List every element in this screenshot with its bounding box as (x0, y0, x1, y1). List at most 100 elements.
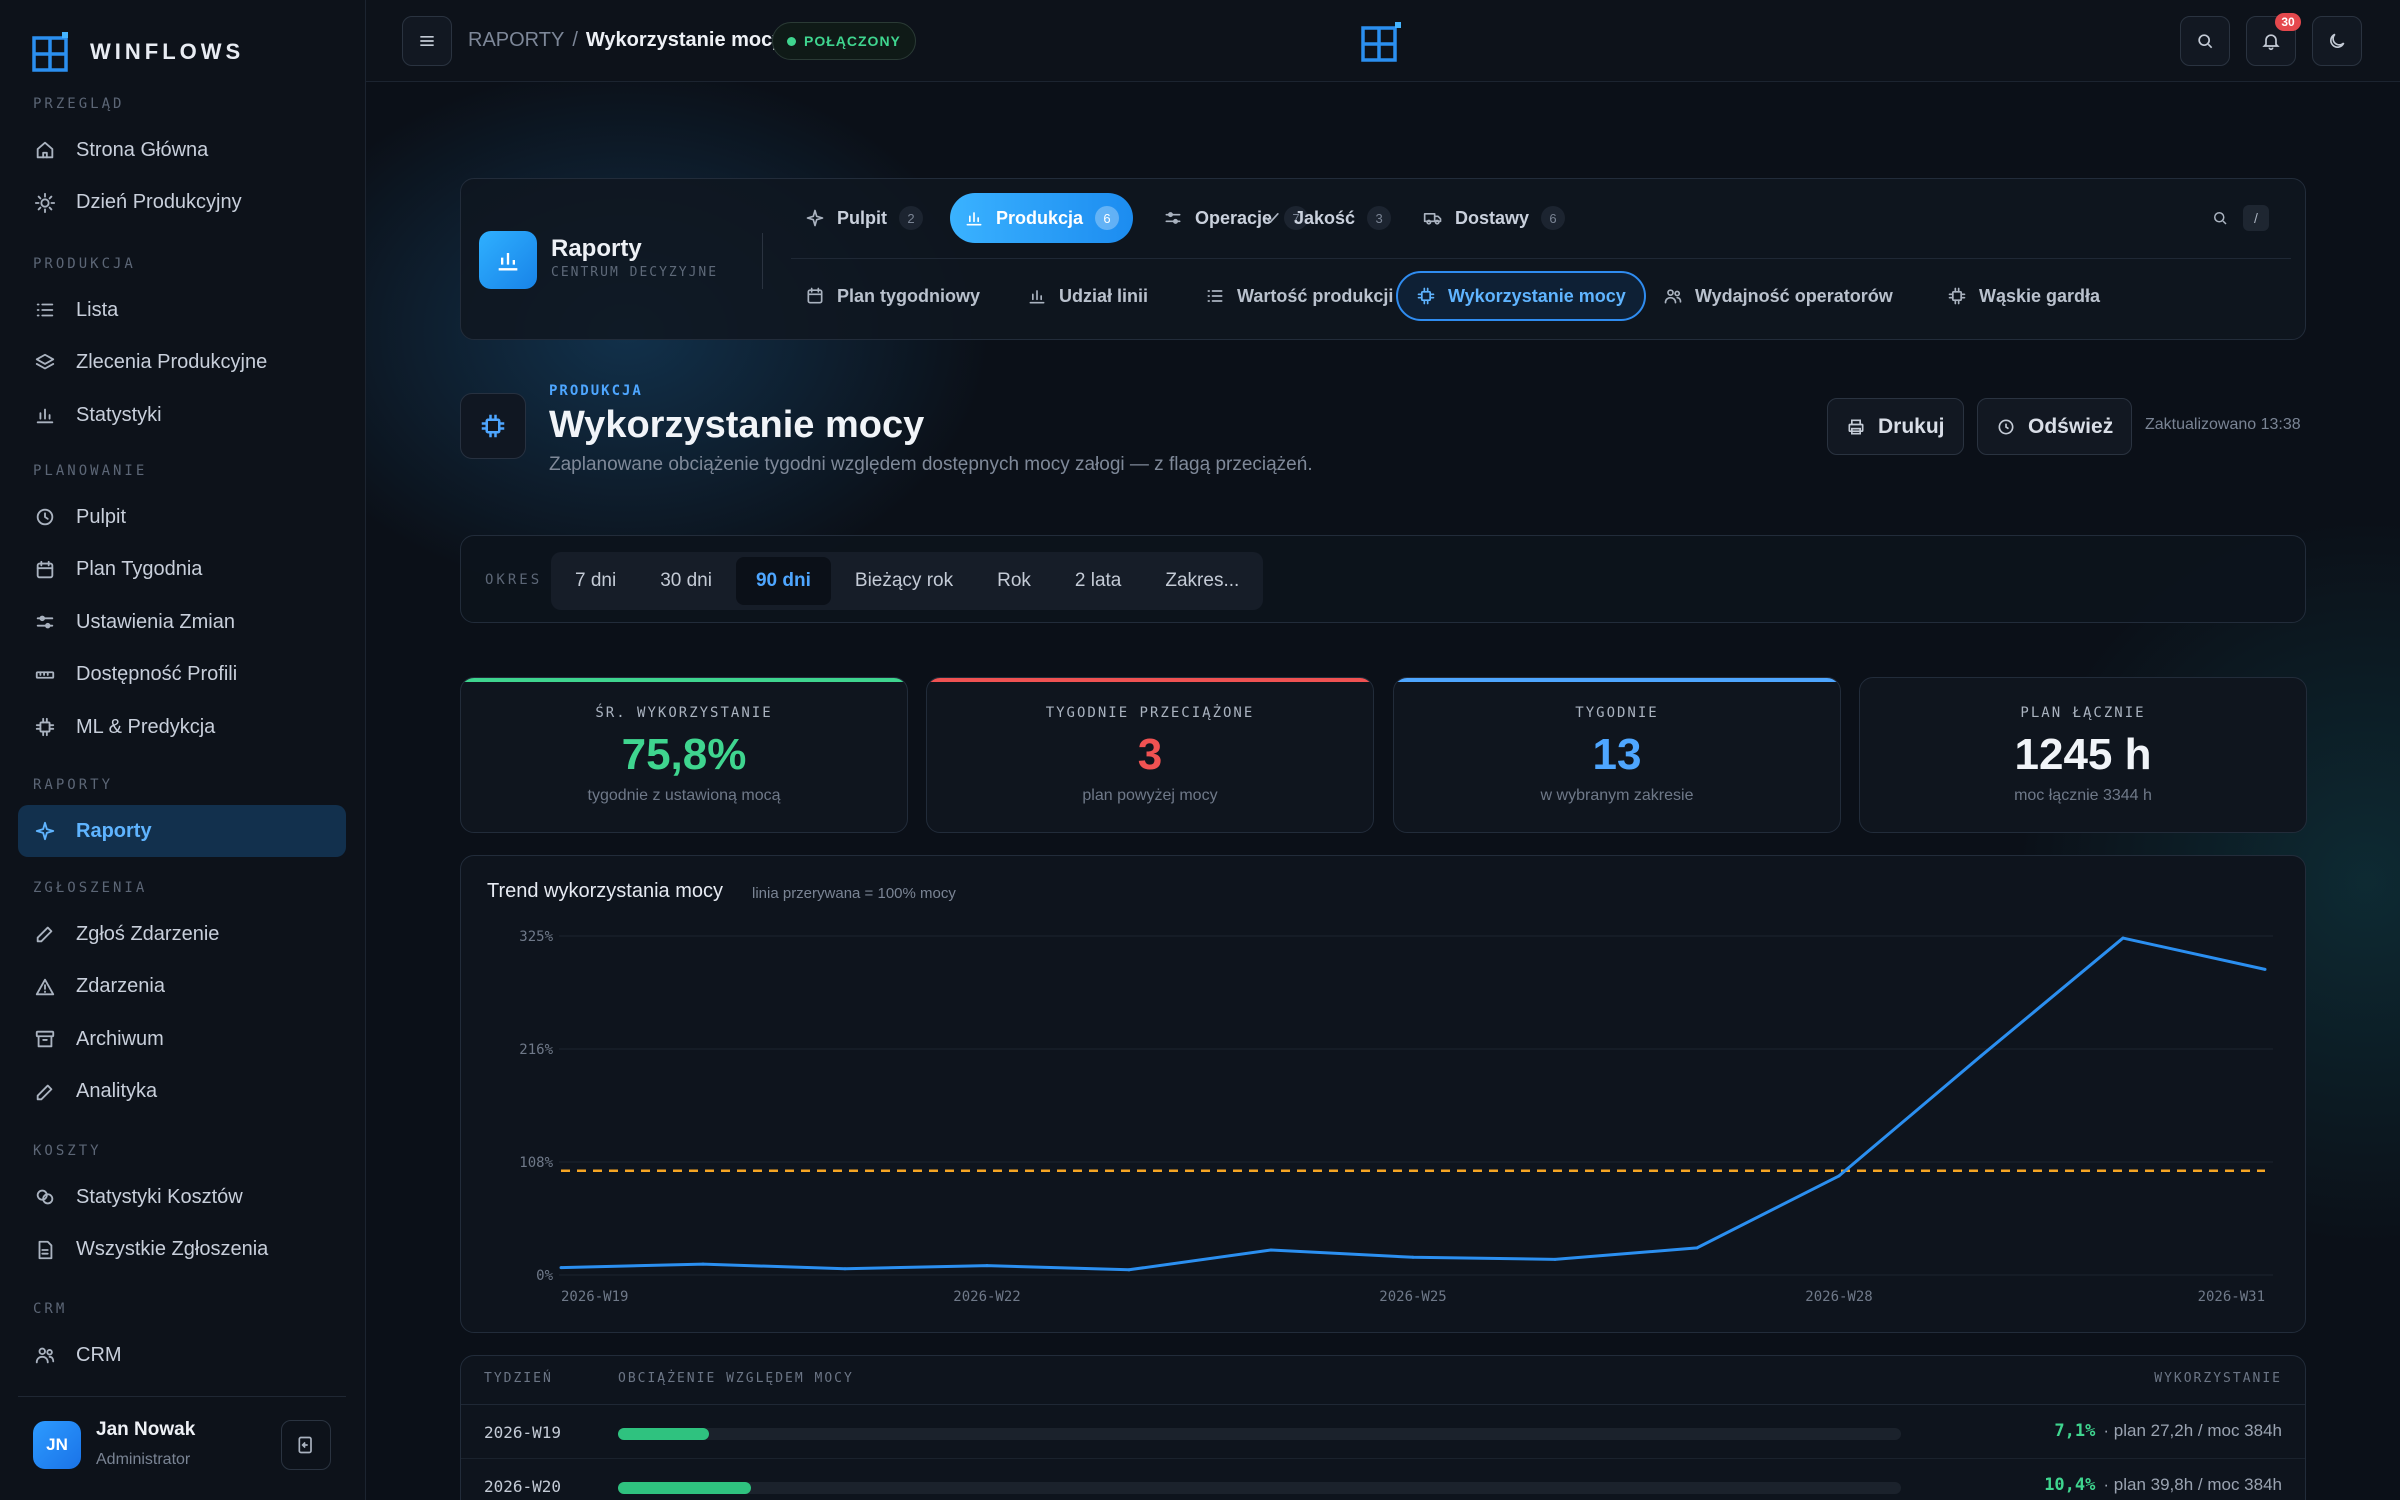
nav-section-title: PRODUKCJA (33, 256, 136, 272)
sidebar-item-plan-tygodnia[interactable]: Plan Tygodnia (18, 544, 346, 596)
menu-button[interactable] (402, 16, 452, 66)
bar-chart-icon (966, 212, 982, 226)
tab-dostawy[interactable]: Dostawy 6 (1409, 193, 1579, 243)
y-tick-label: 325% (519, 929, 553, 945)
period-selector-card: OKRES 7 dni 30 dni 90 dni Bieżący rok Rok 2 l… (460, 535, 2306, 623)
table-row[interactable]: 2026-W20 10,4% · plan 39,8h / moc 384h (461, 1459, 2305, 1500)
calendar-icon (36, 560, 54, 578)
trend-chart: 0% 108% 216% 325% 2026-W19 2026-W22 2026-W25 20… (519, 929, 2273, 1305)
sidebar-item-label: Archiwum (76, 1027, 164, 1050)
connection-status-text: POŁĄCZONY (804, 33, 901, 49)
sidebar-item-label: CRM (76, 1343, 122, 1366)
subtab-label: Wydajność operatorów (1695, 285, 1893, 306)
tab-produkcja[interactable]: Produkcja 6 (950, 193, 1134, 243)
sidebar-item-crm[interactable]: CRM (18, 1329, 346, 1381)
subtab-1[interactable]: Udział linii (1009, 271, 1166, 321)
search-button[interactable] (2180, 16, 2230, 66)
sidebar-item-dzień-produkcyjny[interactable]: Dzień Produkcyjny (18, 177, 346, 229)
sidebar-item-strona-główna[interactable]: Strona Główna (18, 124, 346, 176)
pen-icon (36, 1084, 53, 1100)
sidebar-item-ml-predykcja[interactable]: ML & Predykcja (18, 701, 346, 753)
logout-button[interactable] (281, 1420, 331, 1470)
subtab-label: Wykorzystanie mocy (1448, 285, 1626, 306)
user-panel: JN Jan Nowak Administrator (18, 1396, 346, 1500)
bell-icon (2262, 34, 2280, 51)
user-name: Jan Nowak (96, 1419, 196, 1440)
breadcrumb-parent[interactable]: RAPORTY (468, 29, 564, 52)
period-option[interactable]: Zakres... (1145, 557, 1259, 605)
page-description: Zaplanowane obciążenie tygodni względem … (549, 454, 1313, 475)
data-point (843, 1267, 847, 1271)
period-option[interactable]: 90 dni (735, 557, 831, 605)
utilization-percent: 7,1% (2054, 1421, 2096, 1441)
notifications-button[interactable]: 30 (2246, 13, 2301, 66)
utilization-cell: 7,1% · plan 27,2h / moc 384h (2054, 1421, 2282, 1441)
x-tick-label: 2026-W28 (1805, 1289, 1872, 1305)
user-role: Administrator (96, 1451, 191, 1468)
chip-icon (1948, 287, 1966, 305)
theme-toggle-button[interactable] (2312, 16, 2362, 66)
report-search[interactable]: / (2211, 205, 2269, 231)
data-point (559, 1266, 563, 1270)
users-icon (1664, 289, 1682, 304)
subtab-4[interactable]: Wydajność operatorów (1645, 271, 1911, 321)
divider (762, 233, 763, 289)
ruler-icon (35, 670, 55, 679)
notification-count-badge: 30 (2275, 13, 2301, 31)
period-option[interactable]: 7 dni (555, 557, 636, 605)
sidebar-item-dostępność-profili[interactable]: Dostępność Profili (18, 649, 346, 701)
page-chip-icon (460, 393, 526, 459)
sidebar-item-zlecenia-produkcyjne[interactable]: Zlecenia Produkcyjne (18, 337, 346, 389)
data-point (2263, 967, 2267, 971)
subtab-0[interactable]: Plan tygodniowy (787, 271, 998, 321)
tab-label: Pulpit (837, 207, 887, 228)
page-eyebrow: PRODUKCJA (549, 383, 643, 399)
period-option[interactable]: 30 dni (640, 557, 732, 605)
sidebar-item-label: Raporty (76, 819, 152, 842)
sidebar-item-analityka[interactable]: Analityka (18, 1066, 346, 1118)
sidebar-item-pulpit[interactable]: Pulpit (18, 491, 346, 543)
chip-icon (1417, 287, 1435, 305)
data-point (1553, 1257, 1557, 1261)
utilization-cell: 10,4% · plan 39,8h / moc 384h (2044, 1475, 2282, 1495)
sidebar-item-zgłoś-zdarzenie[interactable]: Zgłoś Zdarzenie (18, 908, 346, 960)
period-option[interactable]: 2 lata (1055, 557, 1141, 605)
reports-icon (479, 231, 537, 289)
nav-section-title: RAPORTY (33, 777, 114, 793)
subtab-2[interactable]: Wartość produkcji (1187, 271, 1411, 321)
week-cell: 2026-W19 (484, 1423, 562, 1442)
utilization-detail: · plan 39,8h / moc 384h (2103, 1475, 2282, 1494)
search-icon (2214, 212, 2227, 225)
sun-icon (34, 192, 56, 213)
sidebar-item-label: Ustawienia Zmian (76, 610, 235, 633)
table-row[interactable]: 2026-W19 7,1% · plan 27,2h / moc 384h (461, 1405, 2305, 1459)
subtab-3[interactable]: Wykorzystanie mocy (1396, 271, 1646, 321)
tab-pulpit[interactable]: Pulpit 2 (791, 193, 937, 243)
data-point (1695, 1246, 1699, 1250)
sidebar-item-wszystkie-zgłoszenia[interactable]: Wszystkie Zgłoszenia (18, 1224, 346, 1276)
list-icon (36, 303, 54, 317)
sidebar-item-archiwum[interactable]: Archiwum (18, 1013, 346, 1065)
kpi-accent-bar (461, 678, 907, 682)
sparkle-icon (806, 209, 824, 227)
period-option[interactable]: Rok (977, 557, 1051, 605)
print-button[interactable]: Drukuj (1827, 398, 1964, 455)
sidebar-item-lista[interactable]: Lista (18, 284, 346, 336)
sidebar-item-ustawienia-zmian[interactable]: Ustawienia Zmian (18, 596, 346, 648)
sidebar-item-raporty[interactable]: Raporty (18, 805, 346, 857)
refresh-button[interactable]: Odśwież (1977, 398, 2133, 455)
subtab-5[interactable]: Wąskie gardła (1929, 271, 2118, 321)
sidebar-item-label: Lista (76, 298, 119, 321)
sidebar-item-statystyki-kosztów[interactable]: Statystyki Kosztów (18, 1171, 346, 1223)
period-option[interactable]: Bieżący rok (835, 557, 973, 605)
sidebar-item-statystyki[interactable]: Statystyki (18, 389, 346, 441)
kpi-value: 3 (1137, 730, 1163, 779)
center-logo-icon[interactable] (1361, 22, 1403, 62)
brand[interactable]: WINFLOWS (32, 32, 244, 72)
kpi-accent-bar (1394, 678, 1840, 682)
avatar[interactable]: JN (33, 1421, 81, 1469)
sidebar-item-zdarzenia[interactable]: Zdarzenia (18, 961, 346, 1013)
sparkle-icon (35, 821, 55, 841)
subtab-label: Udział linii (1059, 285, 1149, 306)
tab-jakość[interactable]: Jakość 3 (1248, 193, 1405, 243)
